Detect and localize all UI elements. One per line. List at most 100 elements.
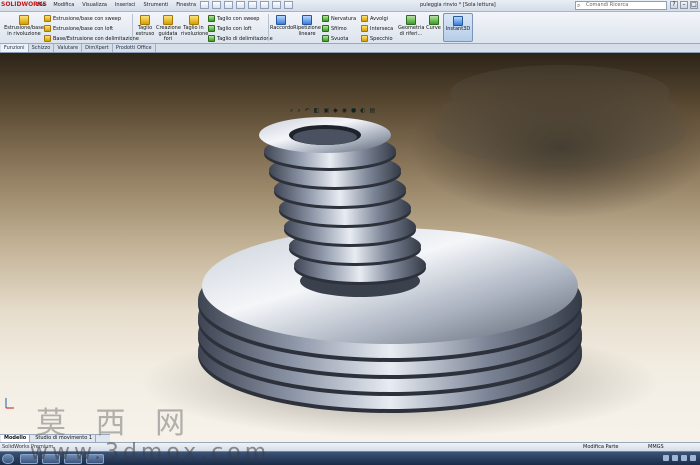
cut-extrude-button[interactable]: Taglio estruso: [134, 15, 156, 37]
wrap-button[interactable]: Avvolgi: [361, 15, 388, 22]
cut-extrude-label: Taglio estruso: [135, 25, 155, 37]
cut-boundary-icon: [208, 35, 215, 42]
zoom-fit-icon[interactable]: ⌕: [290, 107, 293, 115]
sweep-icon: [44, 15, 51, 22]
ribbon-divider: [132, 14, 133, 41]
mirror-button[interactable]: Specchio: [361, 35, 393, 42]
display-style-icon[interactable]: ◆: [333, 107, 338, 115]
tab-office-products[interactable]: Prodotti Office: [113, 44, 156, 52]
tab-evaluate[interactable]: Valutare: [54, 44, 83, 52]
tray-icon[interactable]: [672, 455, 678, 461]
menu-edit[interactable]: Modifica: [53, 2, 74, 8]
search-icon: ⌕: [577, 2, 581, 9]
menu-view[interactable]: Visualizza: [82, 2, 107, 8]
wrap-label: Avvolgi: [370, 15, 389, 22]
draft-label: Svuota: [331, 35, 349, 42]
extrude-boss-label: Estrusione/base in rivoluzione: [4, 25, 44, 37]
cut-boundary-button[interactable]: Taglio di delimitazione: [208, 35, 273, 42]
watermark-chars: 莫 西 网: [36, 406, 196, 441]
menu-file[interactable]: File: [37, 2, 45, 8]
menu-insert[interactable]: Inserisci: [115, 2, 136, 8]
scene-icon[interactable]: ◐: [360, 107, 365, 115]
graphics-area[interactable]: ⌕ ⌕ ↶ ◧ ▣ ◆ ◉ ● ◐ ▤: [0, 53, 700, 443]
cut-boundary-label: Taglio di delimitazione: [217, 35, 273, 42]
loft-label: Estrusione/base con loft: [53, 25, 114, 32]
tray-icon[interactable]: [681, 455, 687, 461]
cut-loft-label: Taglio con loft: [217, 25, 252, 32]
menu-tools[interactable]: Strumenti: [143, 2, 168, 8]
cut-loft-button[interactable]: Taglio con loft: [208, 25, 252, 32]
hole-wizard-icon: [163, 15, 173, 25]
tab-features[interactable]: Funzioni: [1, 44, 29, 52]
triad-icon: [5, 398, 14, 409]
instant3d-button[interactable]: Instant3D: [443, 13, 473, 42]
cut-revolve-label: Taglio in rivoluzione: [181, 25, 209, 37]
help-icon[interactable]: ?: [670, 1, 678, 9]
tray-icon[interactable]: [663, 455, 669, 461]
extrude-boss-icon: [19, 15, 29, 25]
appearance-icon[interactable]: ●: [351, 107, 356, 115]
view-settings-icon[interactable]: ▤: [370, 107, 376, 115]
undo-icon[interactable]: [248, 1, 257, 9]
shell-button[interactable]: Sfilmo: [322, 25, 347, 32]
curves-label: Curve: [426, 25, 441, 31]
linear-pattern-button[interactable]: Ripetizione lineare: [293, 15, 321, 37]
rebuild-icon[interactable]: [272, 1, 281, 9]
sweep-button[interactable]: Estrusione/base con sweep: [44, 15, 121, 22]
hide-show-icon[interactable]: ◉: [342, 107, 347, 115]
cut-revolve-button[interactable]: Taglio in rivoluzione: [181, 15, 209, 37]
new-icon[interactable]: [200, 1, 209, 9]
search-box[interactable]: ⌕ Comandi Ricerca: [575, 1, 667, 10]
view-orientation-icon[interactable]: ▣: [323, 107, 329, 115]
intersect-button[interactable]: Interseca: [361, 25, 393, 32]
draft-button[interactable]: Svuota: [322, 35, 348, 42]
linear-pattern-label: Ripetizione lineare: [293, 25, 321, 37]
loft-button[interactable]: Estrusione/base con loft: [44, 25, 113, 32]
reference-geometry-icon: [406, 15, 416, 25]
search-placeholder: Comandi Ricerca: [586, 2, 629, 8]
reference-geometry-button[interactable]: Geometria di riferi...: [398, 15, 424, 37]
zoom-area-icon[interactable]: ⌕: [297, 107, 300, 115]
heads-up-view-toolbar: ⌕ ⌕ ↶ ◧ ▣ ◆ ◉ ● ◐ ▤: [290, 107, 375, 115]
sweep-label: Estrusione/base con sweep: [53, 15, 122, 22]
ribbon-divider: [268, 14, 269, 41]
menu-bar: File Modifica Visualizza Inserisci Strum…: [37, 2, 196, 8]
menu-window[interactable]: Finestra: [176, 2, 196, 8]
options-icon[interactable]: [284, 1, 293, 9]
minimize-icon[interactable]: –: [680, 1, 688, 9]
extrude-boss-button[interactable]: Estrusione/base in rivoluzione: [4, 15, 44, 37]
maximize-icon[interactable]: □: [690, 1, 698, 9]
title-bar: SOLIDWORKS File Modifica Visualizza Inse…: [0, 0, 700, 12]
intersect-icon: [361, 25, 368, 32]
print-icon[interactable]: [236, 1, 245, 9]
tab-model[interactable]: Modello: [1, 435, 31, 442]
mirror-label: Specchio: [370, 35, 393, 42]
shell-icon: [322, 25, 329, 32]
draft-icon: [322, 35, 329, 42]
fillet-button[interactable]: Raccordo: [270, 15, 293, 32]
command-tabs: Funzioni Schizzo Valutare DimXpert Prodo…: [0, 44, 700, 53]
tray-icon[interactable]: [690, 455, 696, 461]
reference-geometry-label: Geometria di riferi...: [398, 25, 425, 37]
loft-icon: [44, 25, 51, 32]
tab-sketch[interactable]: Schizzo: [29, 44, 55, 52]
boundary-button[interactable]: Base/Estrusione con delimitazione: [44, 35, 139, 42]
rib-button[interactable]: Nervatura: [322, 15, 356, 22]
curves-button[interactable]: Curve: [425, 15, 442, 32]
select-icon[interactable]: [260, 1, 269, 9]
hole-wizard-button[interactable]: Creazione guidata fori: [156, 15, 181, 43]
tab-dimxpert[interactable]: DimXpert: [82, 44, 113, 52]
document-title: puleggia rinvio * [Sola lettura]: [420, 2, 496, 8]
status-units[interactable]: MMGS: [648, 444, 664, 450]
previous-view-icon[interactable]: ↶: [305, 107, 310, 115]
boundary-icon: [44, 35, 51, 42]
cut-revolve-icon: [188, 15, 199, 25]
start-button-icon[interactable]: [2, 454, 14, 464]
save-icon[interactable]: [224, 1, 233, 9]
cut-sweep-button[interactable]: Taglio con sweep: [208, 15, 259, 22]
section-view-icon[interactable]: ◧: [314, 107, 320, 115]
cut-sweep-icon: [208, 15, 215, 22]
window-controls: ? – □: [670, 1, 698, 9]
open-icon[interactable]: [212, 1, 221, 9]
boundary-label: Base/Estrusione con delimitazione: [53, 35, 139, 42]
